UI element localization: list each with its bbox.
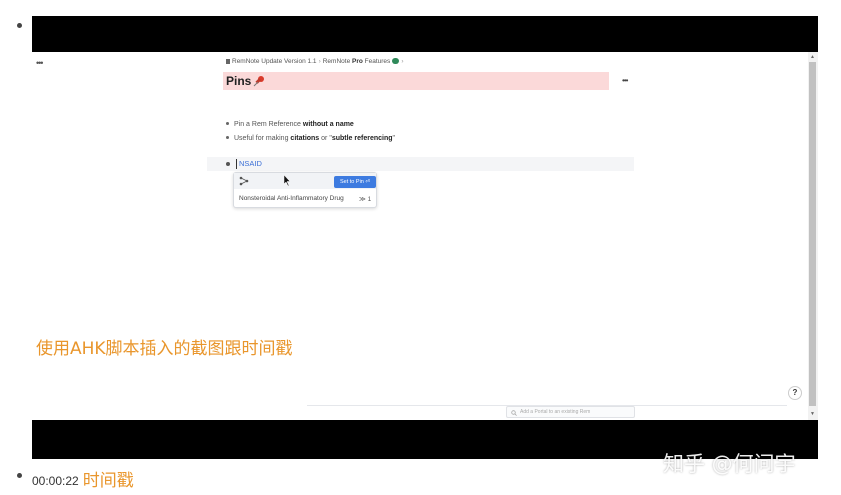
overlay-caption: 使用AHK脚本插入的截图跟时间戳: [36, 339, 293, 359]
search-icon: [511, 410, 517, 416]
autocomplete-option[interactable]: Nonsteroidal Anti-Inflammatory Drug: [239, 195, 344, 202]
reference-autocomplete-popup: Set to Pin ⏎ Nonsteroidal Anti-Inflammat…: [233, 172, 377, 208]
list-item[interactable]: Pin a Rem Reference without a name: [226, 121, 354, 128]
help-button[interactable]: ?: [788, 386, 802, 400]
embedded-screenshot: ••• RemNote Update Version 1.1 › RemNote P…: [32, 16, 818, 459]
bullet: [226, 136, 229, 139]
scroll-up-arrow-icon[interactable]: ▲: [810, 54, 815, 60]
outer-list-bullet: [17, 473, 22, 478]
mouse-cursor-icon: [284, 175, 291, 186]
watermark: 知乎 @何问宇: [663, 452, 796, 476]
vertical-scrollbar[interactable]: ▲ ▼: [808, 52, 818, 420]
top-more-menu[interactable]: •••: [36, 58, 44, 68]
breadcrumb-separator: ›: [401, 58, 404, 65]
title-more-menu[interactable]: •••: [622, 76, 628, 85]
option-descendant-count: ≫ 1: [359, 196, 372, 203]
scroll-down-arrow-icon[interactable]: ▼: [810, 411, 815, 417]
popup-header: Set to Pin ⏎: [234, 173, 376, 189]
bullet: [226, 162, 230, 166]
scrollbar-thumb[interactable]: [809, 62, 816, 406]
timestamp-time[interactable]: 00:00:22: [32, 474, 79, 488]
page-title[interactable]: Pins: [226, 74, 251, 88]
timestamp-line: 00:00:22 时间戳: [32, 466, 134, 491]
page-title-highlight: Pins: [223, 72, 609, 90]
bullet: [226, 122, 229, 125]
branch-icon[interactable]: [239, 176, 249, 186]
timestamp-label: 时间戳: [82, 471, 134, 491]
active-rem-row[interactable]: NSAID: [207, 157, 634, 171]
outer-list-bullet: [17, 23, 22, 28]
document-icon: [226, 59, 230, 64]
rem-reference-text[interactable]: NSAID: [239, 159, 262, 168]
breadcrumb-root[interactable]: RemNote Update Version 1.1: [232, 58, 317, 65]
remnote-window: ••• RemNote Update Version 1.1 › RemNote P…: [32, 52, 818, 420]
pushpin-icon: [253, 76, 264, 87]
text-caret: [236, 159, 237, 169]
breadcrumb: RemNote Update Version 1.1 › RemNote Pro F…: [226, 58, 405, 65]
breadcrumb-parent[interactable]: RemNote Pro Features: [323, 58, 391, 65]
search-placeholder: Add a Portal to an existing Rem: [520, 409, 591, 415]
list-item[interactable]: Useful for making citations or "subtle r…: [226, 135, 395, 142]
breadcrumb-separator: ›: [318, 58, 321, 65]
set-to-pin-button[interactable]: Set to Pin ⏎: [334, 176, 376, 188]
chat-bubble-icon: [392, 58, 400, 64]
portal-search-input[interactable]: Add a Portal to an existing Rem: [506, 406, 635, 418]
